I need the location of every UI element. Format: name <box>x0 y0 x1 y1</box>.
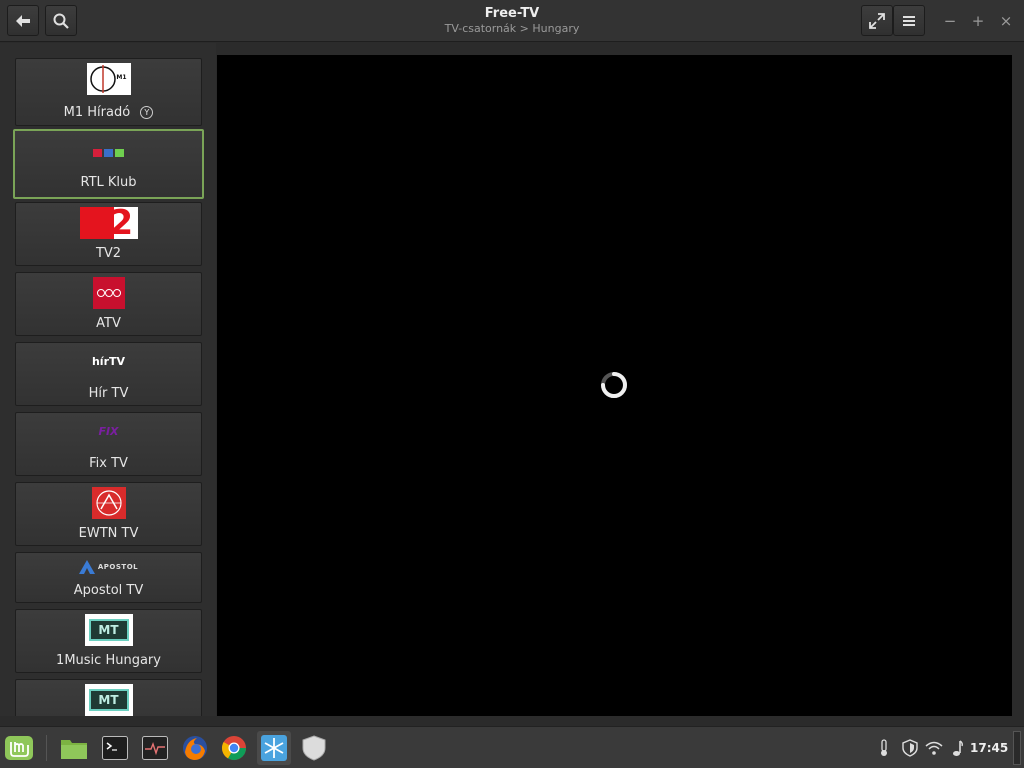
app-title: Free-TV <box>484 6 540 21</box>
channel-item-1music-hungary[interactable]: MT 1Music Hungary <box>15 609 202 673</box>
wifi-tray[interactable] <box>925 739 943 757</box>
atv-logo <box>92 277 125 309</box>
terminal-button[interactable] <box>98 731 132 765</box>
apostol-logo: APOSTOL <box>78 558 140 576</box>
wifi-icon <box>925 741 943 755</box>
menu-button[interactable] <box>893 5 925 36</box>
search-icon <box>53 13 69 29</box>
close-button[interactable]: × <box>996 11 1016 31</box>
channel-label: Fix TV <box>89 456 128 471</box>
breadcrumb: TV-csatornák > Hungary <box>444 22 580 35</box>
channel-item-apostol-tv[interactable]: APOSTOL Apostol TV <box>15 552 202 603</box>
channel-label: Hír TV <box>88 386 129 401</box>
clock[interactable]: 17:45 <box>970 741 1008 755</box>
thermometer-tray[interactable] <box>875 739 893 757</box>
arrow-left-icon <box>16 14 30 27</box>
channel-label: EWTN TV <box>78 526 139 541</box>
channel-item-hir-tv[interactable]: hírTV Hír TV <box>15 342 202 406</box>
firefox-icon <box>183 736 207 760</box>
taskbar-separator <box>46 735 47 761</box>
channel-item-atv[interactable]: ATV <box>15 272 202 336</box>
back-button[interactable] <box>7 5 39 36</box>
channel-label: ATV <box>96 316 121 331</box>
files-icon <box>61 740 87 759</box>
video-player[interactable] <box>217 55 1012 716</box>
rtl-logo <box>91 148 127 158</box>
1music-logo: MT <box>84 614 133 646</box>
sound-icon <box>953 740 963 756</box>
thermometer-icon <box>881 739 887 756</box>
channel-label: TV2 <box>95 246 122 261</box>
shield-tray-icon <box>902 739 918 757</box>
shield-tray[interactable] <box>901 739 919 757</box>
ewtn-logo <box>91 487 126 519</box>
m1-logo: M1 <box>86 63 131 95</box>
mint-menu-button[interactable] <box>2 731 36 765</box>
snowflake-app-button[interactable] <box>257 731 291 765</box>
system-monitor-button[interactable] <box>138 731 172 765</box>
chrome-icon <box>221 736 246 761</box>
channel-item-rtl-klub[interactable]: RTL Klub <box>13 129 204 199</box>
channel-label: RTL Klub <box>80 175 137 190</box>
maximize-button[interactable]: + <box>968 11 988 31</box>
fixtv-logo: FIX <box>98 424 119 438</box>
snowflake-icon <box>261 735 287 761</box>
fullscreen-icon <box>869 12 885 29</box>
1music-logo: MT <box>84 684 133 716</box>
header-bar: Free-TV TV-csatornák > Hungary − + × <box>0 0 1024 42</box>
show-desktop-button[interactable] <box>1013 731 1021 765</box>
sound-tray[interactable] <box>948 739 966 757</box>
shield-app-button[interactable] <box>297 731 331 765</box>
system-monitor-icon <box>142 736 168 760</box>
hirtv-logo: hírTV <box>91 354 126 368</box>
loading-spinner-icon <box>601 372 627 398</box>
search-button[interactable] <box>45 5 77 36</box>
taskbar: 17:45 <box>0 726 1024 768</box>
channel-label: 1Music Hungary <box>56 653 161 668</box>
channel-label: Apostol TV <box>73 583 144 598</box>
chrome-button[interactable] <box>217 731 251 765</box>
channel-item-ewtn-tv[interactable]: EWTN TV <box>15 482 202 546</box>
channel-label: M1 Híradó <box>63 105 131 120</box>
channel-item-tv2[interactable]: 2 TV2 <box>15 202 202 266</box>
terminal-icon <box>102 736 128 760</box>
firefox-button[interactable] <box>178 731 212 765</box>
tv2-logo: 2 <box>79 207 138 239</box>
minimize-button[interactable]: − <box>940 11 960 31</box>
yahoo-badge: Y <box>140 106 154 119</box>
channel-item-m1-hirado[interactable]: M1 M1 Híradó Y <box>15 58 202 126</box>
title-area: Free-TV TV-csatornák > Hungary <box>312 5 712 36</box>
channel-item-fix-tv[interactable]: FIX Fix TV <box>15 412 202 476</box>
channel-list[interactable]: M1 M1 Híradó Y RTL Klub 2 TV2 ATV hírTV <box>0 43 216 716</box>
mint-menu-icon <box>5 736 33 760</box>
channel-item-partial[interactable]: MT <box>15 679 202 716</box>
shield-icon <box>302 735 326 761</box>
fullscreen-button[interactable] <box>861 5 893 36</box>
hamburger-menu-icon <box>903 15 915 26</box>
files-button[interactable] <box>57 731 91 765</box>
